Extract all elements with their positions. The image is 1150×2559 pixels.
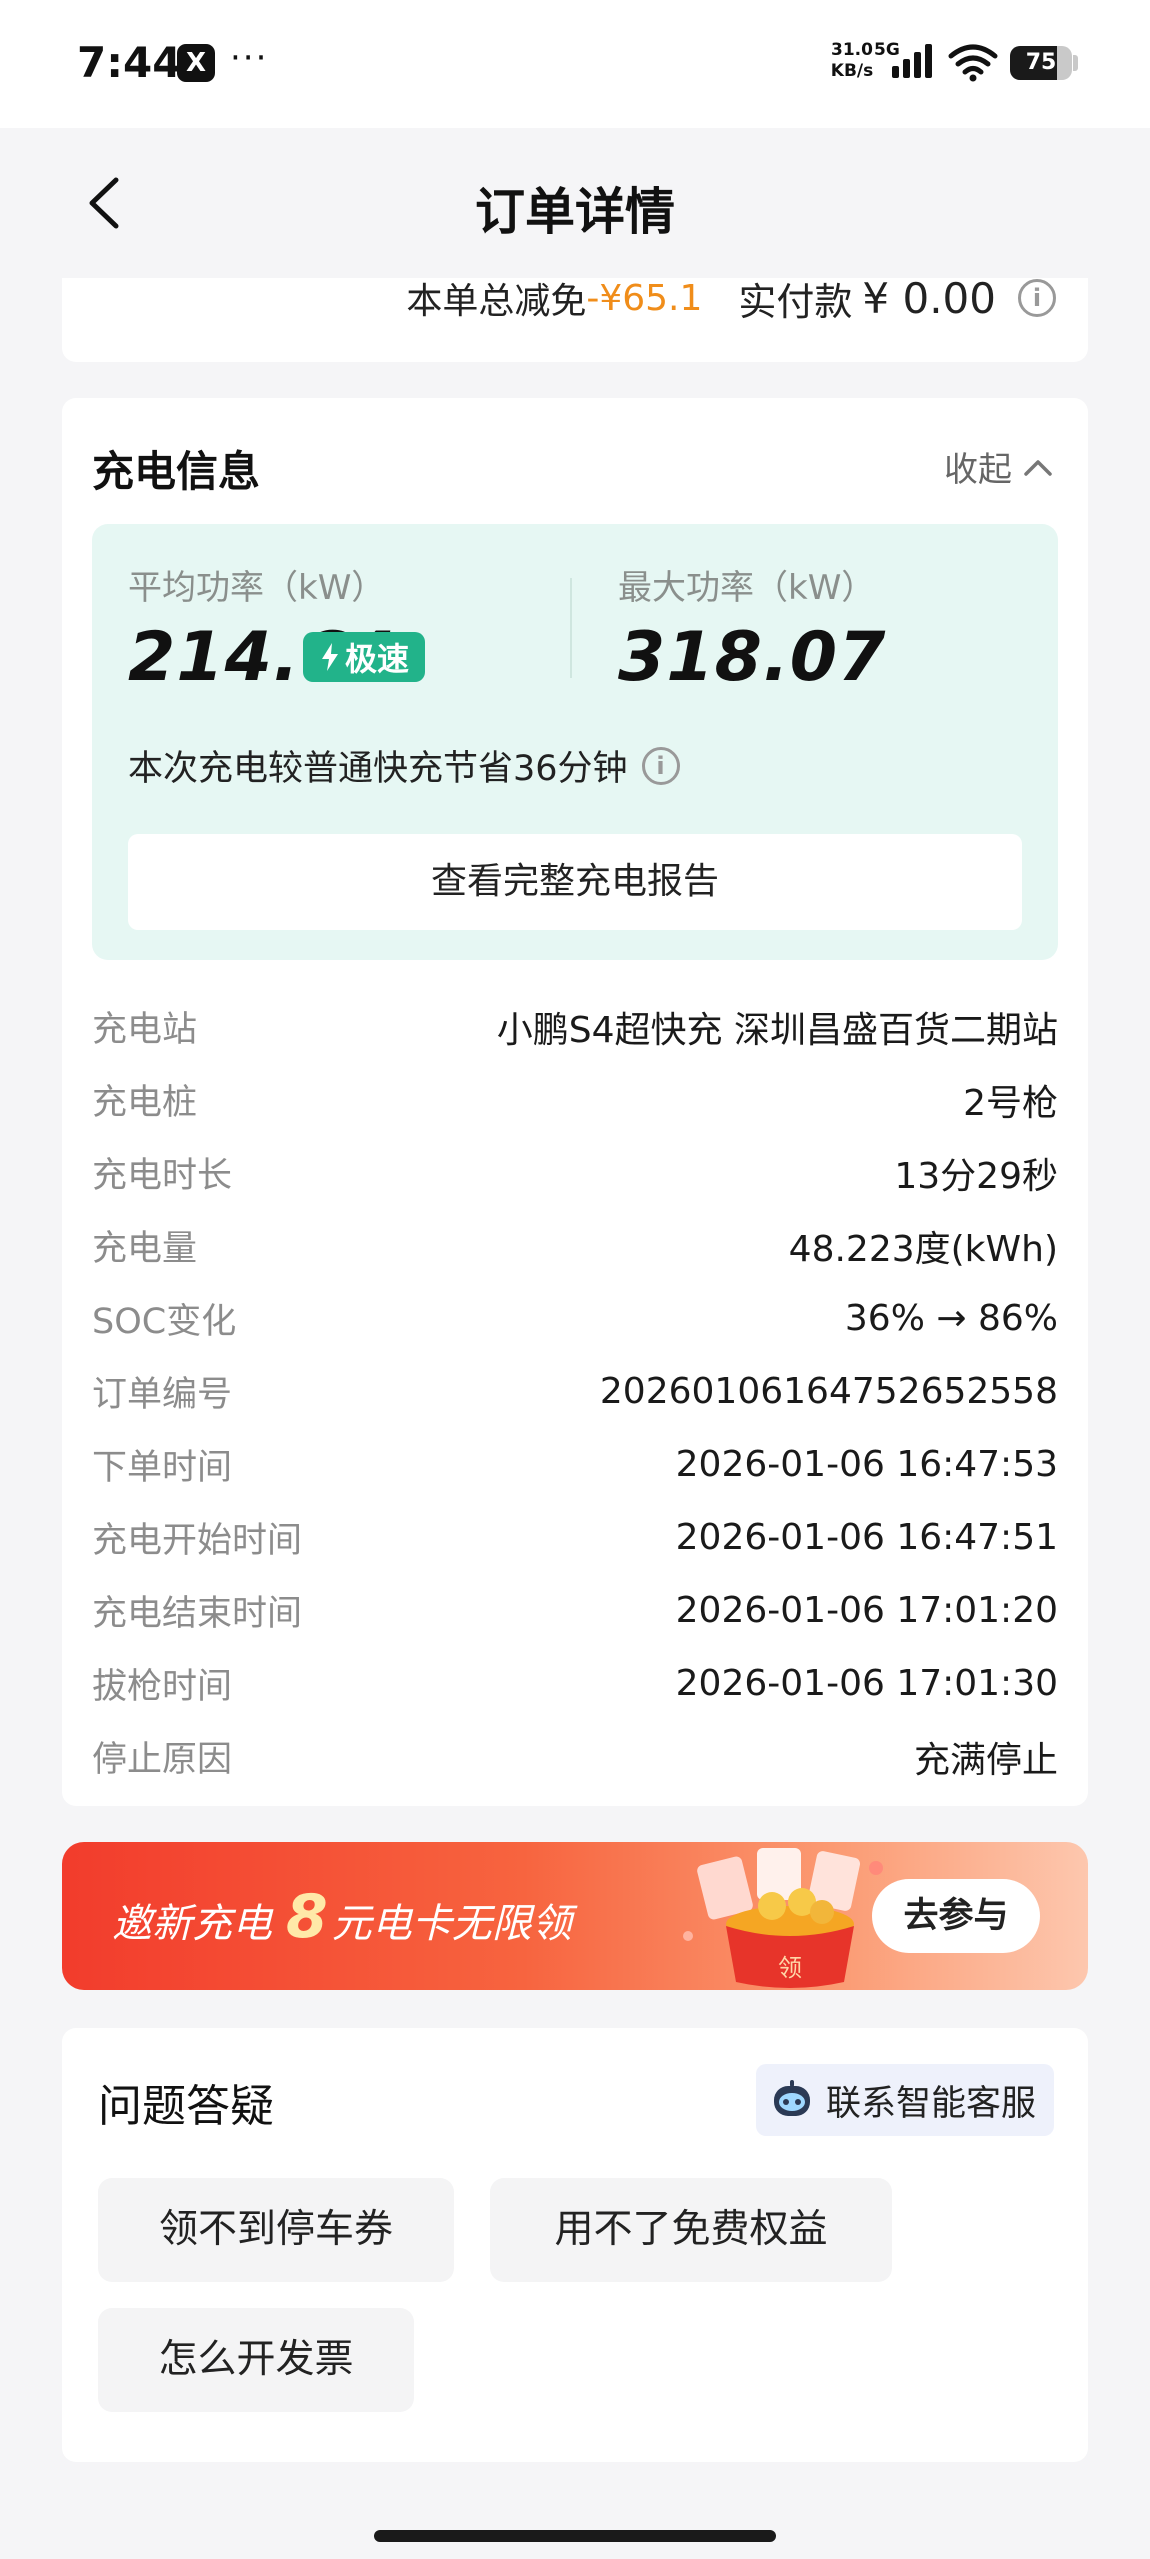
avg-power-label: 平均功率（kW） [128, 568, 386, 608]
time-saving-text: 本次充电较普通快充节省36分钟 [128, 749, 628, 789]
detail-value: 2026-01-06 17:01:20 [675, 1590, 1058, 1631]
detail-label: 下单时间 [92, 1448, 233, 1488]
promo-text-prefix: 邀新充电 [112, 1901, 272, 1947]
detail-row: 充电站 小鹏S4超快充 深圳昌盛百货二期站 [92, 990, 1058, 1063]
promo-amount: 8 [286, 1882, 328, 1952]
detail-row: 拔枪时间 2026-01-06 17:01:30 [92, 1647, 1058, 1720]
chevron-up-icon [1024, 459, 1052, 476]
detail-label: 充电结束时间 [92, 1594, 303, 1634]
detail-value: 小鹏S4超快充 深圳昌盛百货二期站 [496, 1009, 1058, 1051]
network-speed-unit: KB/s [830, 61, 874, 81]
wifi-icon [948, 44, 998, 82]
panel-divider [570, 578, 572, 678]
collapse-label: 收起 [944, 450, 1012, 490]
faq-chip-parking-coupon[interactable]: 领不到停车券 [98, 2178, 454, 2282]
faq-card: 问题答疑 联系智能客服 领不到停车券 用不了免费权益 怎么开发票 [62, 2028, 1088, 2462]
home-indicator[interactable] [374, 2530, 776, 2542]
lightning-icon [321, 643, 338, 671]
charging-info-card: 充电信息 收起 平均功率（kW） 214.64 极速 最大功率（kW） 318.… [62, 398, 1088, 1806]
join-button[interactable]: 去参与 [872, 1879, 1040, 1953]
detail-value: 2026-01-06 17:01:30 [675, 1663, 1058, 1704]
info-icon[interactable]: i [1018, 279, 1056, 317]
status-bar: 7:44 X ··· 31.0 KB/s 5G 75 [0, 0, 1150, 128]
battery-level: 75 [1025, 50, 1057, 75]
x-app-icon: X [177, 44, 215, 82]
status-time: 7:44 [77, 38, 182, 87]
page-title: 订单详情 [475, 183, 675, 241]
faq-chip-invoice[interactable]: 怎么开发票 [98, 2308, 414, 2412]
collapse-button[interactable]: 收起 [944, 442, 1054, 491]
detail-value: 13分29秒 [894, 1155, 1058, 1197]
paid-label: 实付款 [738, 279, 853, 324]
network-speed-value: 31.0 [831, 40, 873, 60]
faq-title: 问题答疑 [98, 2081, 274, 2132]
detail-value: 48.223度(kWh) [788, 1228, 1058, 1270]
detail-value: 2号枪 [963, 1082, 1058, 1124]
detail-label: 充电桩 [92, 1083, 198, 1123]
discount-value: -¥65.1 [586, 277, 703, 319]
detail-label: 拔枪时间 [92, 1667, 233, 1707]
discount-label: 本单总减免 [406, 281, 587, 322]
detail-row: 充电量 48.223度(kWh) [92, 1209, 1058, 1282]
view-report-button[interactable]: 查看完整充电报告 [128, 834, 1022, 930]
payment-summary-card: 本单总减免 -¥65.1 实付款 ¥ 0.00 i [62, 274, 1088, 362]
detail-row: SOC变化 36% → 86% [92, 1282, 1058, 1355]
detail-row: 充电桩 2号枪 [92, 1063, 1058, 1136]
signal-icon [892, 44, 932, 78]
nav-bar: 订单详情 [0, 128, 1150, 278]
detail-label: 充电量 [92, 1229, 198, 1269]
detail-value: 36% → 86% [844, 1298, 1058, 1339]
ultra-fast-label: 极速 [344, 640, 409, 678]
detail-label: 充电站 [92, 1010, 198, 1050]
robot-icon [773, 2080, 810, 2116]
order-detail-page: 7:44 X ··· 31.0 KB/s 5G 75 订单详情 本单总减免 -¥… [0, 0, 1150, 2559]
detail-row: 充电结束时间 2026-01-06 17:01:20 [92, 1574, 1058, 1647]
detail-label: 停止原因 [92, 1740, 233, 1780]
ai-support-label: 联系智能客服 [825, 2083, 1036, 2124]
detail-label: 充电时长 [92, 1156, 233, 1196]
ultra-fast-badge: 极速 [303, 632, 425, 682]
charging-info-title: 充电信息 [92, 447, 261, 496]
detail-row: 下单时间 2026-01-06 16:47:53 [92, 1428, 1058, 1501]
network-speed: 31.0 KB/s [822, 40, 882, 82]
detail-row: 充电开始时间 2026-01-06 16:47:51 [92, 1501, 1058, 1574]
faq-chip-free-benefit[interactable]: 用不了免费权益 [490, 2178, 892, 2282]
battery-icon: 75 [1010, 46, 1072, 80]
info-icon[interactable]: i [641, 746, 680, 785]
paid-value: ¥ 0.00 [862, 273, 996, 323]
detail-label: 订单编号 [92, 1375, 233, 1415]
more-notifications-icon: ··· [230, 38, 269, 78]
max-power-label: 最大功率（kW） [618, 568, 876, 608]
detail-value: 充满停止 [913, 1739, 1058, 1781]
promo-text-suffix: 元电卡无限领 [331, 1901, 572, 1947]
detail-row: 停止原因 充满停止 [92, 1720, 1058, 1793]
detail-row: 订单编号 20260106164752652558 [92, 1355, 1058, 1428]
ai-support-button[interactable]: 联系智能客服 [755, 2064, 1054, 2136]
payment-summary-row: 本单总减免 -¥65.1 实付款 ¥ 0.00 i [406, 274, 1056, 324]
time-saving-row: 本次充电较普通快充节省36分钟 i [128, 740, 680, 791]
max-power-value: 318.07 [618, 618, 887, 697]
envelope-label: 领 [778, 1954, 802, 1982]
detail-row: 充电时长 13分29秒 [92, 1136, 1058, 1209]
detail-value: 20260106164752652558 [599, 1371, 1058, 1412]
power-summary-panel: 平均功率（kW） 214.64 极速 最大功率（kW） 318.07 本次充电较… [92, 524, 1058, 960]
charging-detail-list: 充电站 小鹏S4超快充 深圳昌盛百货二期站充电桩 2号枪充电时长 13分29秒充电量 4… [92, 990, 1058, 1793]
invite-promo-banner[interactable]: 邀新充电 8 元电卡无限领 领 去参与 [62, 1842, 1088, 1990]
detail-value: 2026-01-06 16:47:51 [675, 1517, 1058, 1558]
detail-value: 2026-01-06 16:47:53 [675, 1444, 1058, 1485]
detail-label: SOC变化 [92, 1302, 237, 1342]
promo-text: 邀新充电 8 元电卡无限领 [112, 1882, 572, 1952]
detail-label: 充电开始时间 [92, 1521, 303, 1561]
battery-tip [1073, 55, 1078, 71]
